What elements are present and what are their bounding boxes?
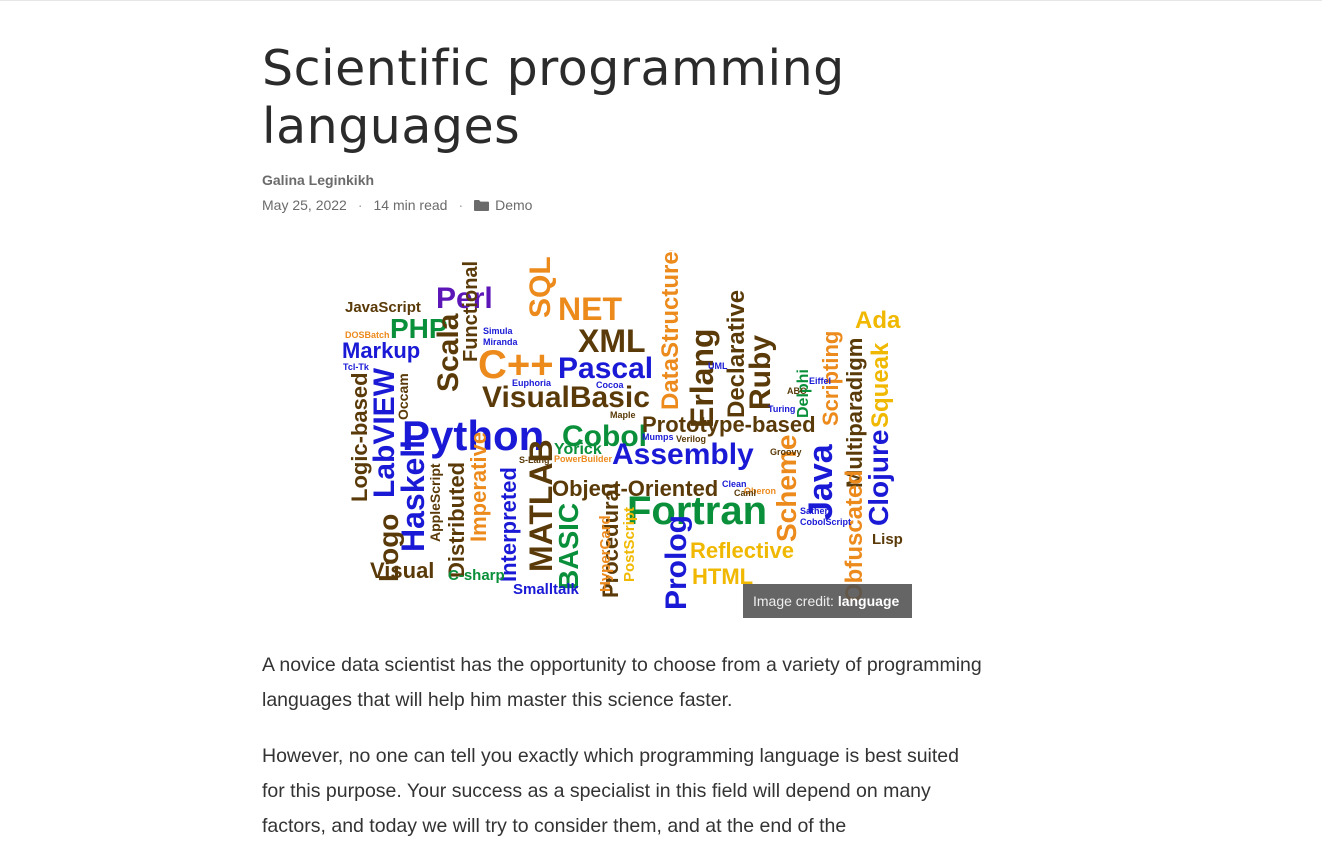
- word-cloud-term: Obfuscated: [841, 470, 868, 602]
- word-cloud-term: Sather: [800, 506, 829, 516]
- body-paragraph: However, no one can tell you exactly whi…: [262, 745, 959, 837]
- word-cloud-term: PostScript: [621, 507, 638, 582]
- word-cloud-term: Tcl-Tk: [343, 362, 370, 372]
- word-cloud-term: UML: [708, 361, 728, 371]
- word-cloud-term: DataStructured: [657, 250, 684, 410]
- post-meta: May 25, 2022 · 14 min read · Demo: [262, 197, 982, 213]
- word-cloud-term: Maple: [610, 410, 636, 420]
- language-word-cloud: JavaScript PerlPHPMarkupSQL NETC++XMLPasca…: [342, 250, 903, 610]
- author-name[interactable]: Galina Leginkikh: [262, 172, 982, 188]
- word-cloud-term: Lisp: [872, 531, 903, 548]
- word-cloud-term: Prolog: [660, 515, 693, 610]
- word-cloud-term: Mumps: [642, 432, 674, 442]
- title-line-2: languages: [262, 98, 521, 155]
- word-cloud-term: Verilog: [676, 434, 706, 444]
- word-cloud-term: Imperative: [466, 432, 491, 542]
- word-cloud-term: Scala: [432, 313, 465, 392]
- word-cloud-term: Eiffel: [809, 376, 831, 386]
- word-cloud-term: Reflective: [690, 538, 794, 563]
- category-link[interactable]: Demo: [495, 197, 532, 213]
- folder-icon: [474, 199, 490, 211]
- body-paragraph: A novice data scientist has the opportun…: [262, 654, 982, 711]
- article-body: A novice data scientist has the opportun…: [262, 648, 982, 865]
- word-cloud-term: Distributed: [444, 462, 469, 578]
- word-cloud-term: Caml: [734, 488, 756, 498]
- word-cloud-term: PowerBuilder: [554, 454, 613, 464]
- word-cloud-term: Smalltalk: [513, 581, 580, 598]
- image-credit-link[interactable]: language: [838, 593, 899, 609]
- word-cloud-term: Groovy: [770, 447, 802, 457]
- featured-image: JavaScript Perl PHP Markup SQL NET C++ XML Pasca…: [340, 250, 912, 618]
- article-header: Scientific programming languages Galina …: [262, 40, 982, 213]
- word-cloud-term: Interpreted: [496, 467, 521, 582]
- word-cloud-term: Euphoria: [512, 378, 552, 388]
- top-divider: [0, 0, 1322, 1]
- image-credit-prefix: Image credit:: [753, 593, 838, 609]
- page-title: Scientific programming languages: [262, 40, 982, 156]
- word-cloud-term: Logic-based: [347, 372, 372, 502]
- word-cloud-term: SQL: [524, 256, 557, 318]
- word-cloud-term: Miranda: [483, 337, 519, 347]
- title-line-1: Scientific programming: [262, 40, 845, 97]
- word-cloud-term: Squeak: [867, 342, 894, 428]
- word-cloud-term: NET: [558, 291, 622, 327]
- word-cloud-term: CobolScript: [800, 517, 851, 527]
- word-cloud-term: DOSBatch: [345, 330, 390, 340]
- word-cloud-term: Ruby: [744, 335, 777, 410]
- word-cloud-term: BASIC: [553, 503, 584, 590]
- word-cloud-term: Simula: [483, 326, 514, 336]
- word-cloud-term: HyperCard: [597, 515, 614, 592]
- word-cloud-term: Visual: [370, 558, 434, 583]
- word-cloud-term: Cocoa: [596, 380, 625, 390]
- word-cloud-term: Occam: [395, 373, 411, 420]
- read-time: 14 min read: [373, 197, 448, 213]
- word-cloud-term: ABC: [787, 386, 807, 396]
- post-date: May 25, 2022: [262, 197, 347, 213]
- image-credit: Image credit: language: [743, 584, 912, 618]
- word-cloud-term: S-Lang: [519, 455, 550, 465]
- word-cloud-term: C-sharp: [448, 567, 505, 584]
- meta-separator: ·: [357, 197, 363, 213]
- word-cloud-term: Ada: [855, 307, 901, 334]
- word-cloud-term: Markup: [342, 338, 420, 363]
- word-cloud-term: AppleScript: [427, 463, 443, 542]
- word-cloud-term: Turing: [768, 404, 795, 414]
- meta-separator: ·: [458, 197, 464, 213]
